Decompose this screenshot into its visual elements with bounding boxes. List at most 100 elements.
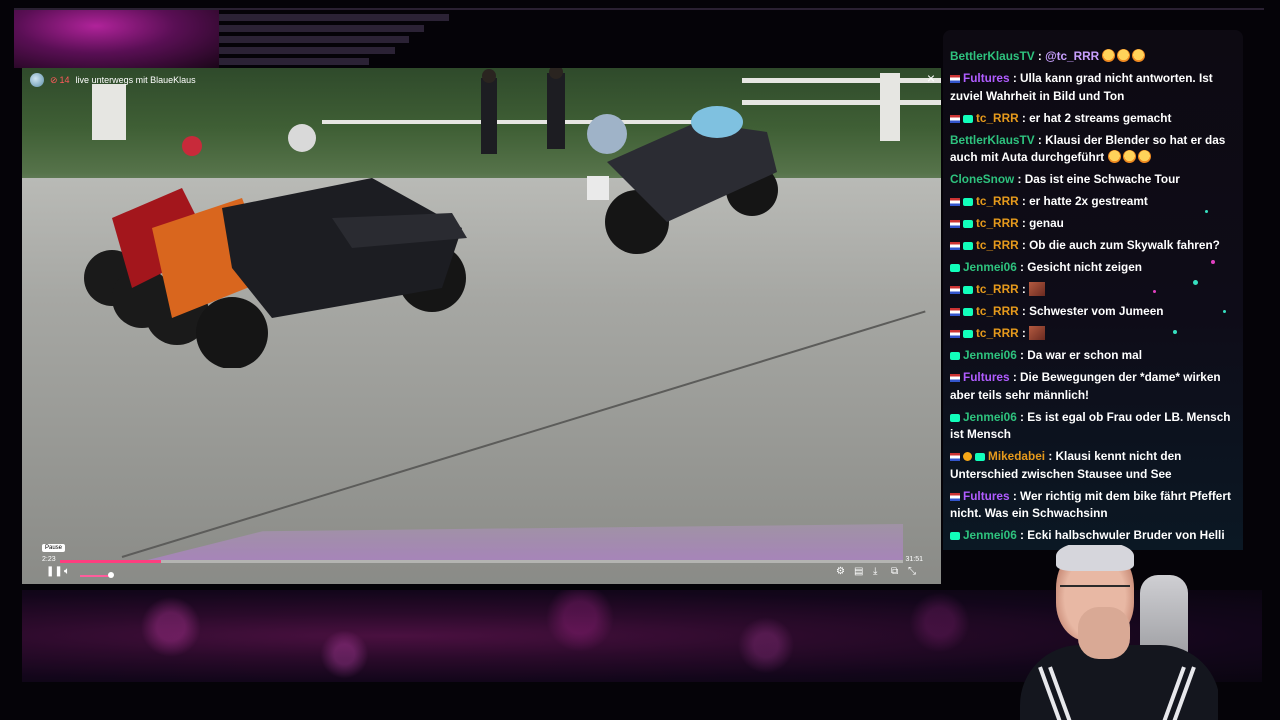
sub-badge-icon xyxy=(950,413,960,422)
volume-slider-handle[interactable] xyxy=(108,572,114,578)
chat-message: Jenmei06 : Da war er schon mal xyxy=(950,347,1238,365)
sub-badge-icon xyxy=(950,532,960,541)
chat-message: Jenmei06 : Es ist egal ob Frau oder LB. … xyxy=(950,409,1238,444)
video-fence-post xyxy=(880,73,900,141)
chat-username[interactable]: Mikedabei xyxy=(988,449,1045,463)
chat-separator: : xyxy=(1016,409,1028,424)
channel-logo-icon xyxy=(30,73,44,87)
flag-badge-icon xyxy=(950,330,960,339)
chat-username[interactable]: Jenmei06 xyxy=(963,528,1017,542)
chat-username[interactable]: Jenmei06 xyxy=(963,348,1017,362)
chat-username[interactable]: tc_RRR xyxy=(976,326,1019,340)
chat-message: CloneSnow : Das ist eine Schwache Tour xyxy=(950,171,1238,189)
sub-badge-icon xyxy=(975,453,985,462)
theater-icon[interactable]: ▤ xyxy=(854,566,863,578)
chat-username[interactable]: tc_RRR xyxy=(976,111,1019,125)
flag-badge-icon xyxy=(950,220,960,229)
emote-icon xyxy=(1132,49,1146,62)
chat-text: Schwester vom Jumeen xyxy=(1029,304,1164,319)
chat-text: @tc_RRR xyxy=(1045,49,1103,63)
chat-separator: : xyxy=(1034,49,1046,63)
chat-username[interactable]: Jenmei06 xyxy=(963,410,1017,424)
jacket-stripe xyxy=(1048,666,1076,720)
chat-separator: : xyxy=(1016,528,1028,543)
close-icon[interactable]: × xyxy=(927,70,935,86)
sub-badge-icon xyxy=(963,286,973,295)
chat-message: BettlerKlausTV : Klausi der Blender so h… xyxy=(950,132,1238,167)
chat-text: Gesicht nicht zeigen xyxy=(1027,260,1142,275)
image-emote-icon xyxy=(1029,326,1046,341)
chat-separator: : xyxy=(1016,348,1028,362)
sub-badge-icon xyxy=(963,198,973,207)
pause-icon[interactable]: ❚❚ xyxy=(46,566,63,578)
people-standing xyxy=(481,68,565,154)
mod-badge-icon xyxy=(963,452,972,462)
viewer-count: ⊘ 14 xyxy=(50,74,70,86)
flag-badge-icon xyxy=(950,308,960,317)
sub-badge-icon xyxy=(950,264,960,273)
chat-username[interactable]: tc_RRR xyxy=(976,216,1019,230)
chat-message: Fultures : Ulla kann grad nicht antworte… xyxy=(950,70,1238,105)
stream-title-bar: ⊘ 14 live unterwegs mit BlaueKlaus xyxy=(30,72,196,88)
chat-separator: : xyxy=(1018,326,1030,341)
motorcycles-group xyxy=(84,124,467,368)
motorcycle-blue xyxy=(587,106,778,254)
chat-username[interactable]: Jenmei06 xyxy=(963,260,1017,274)
chat-username[interactable]: BettlerKlausTV xyxy=(950,133,1035,147)
chat-message: Jenmei06 : Gesicht nicht zeigen xyxy=(950,259,1238,277)
volume-icon[interactable]: 🔈︎ xyxy=(64,566,70,578)
flag-badge-icon xyxy=(950,198,960,207)
flag-badge-icon xyxy=(950,74,960,83)
chat-username[interactable]: tc_RRR xyxy=(976,194,1019,208)
download-icon[interactable]: ⤓ xyxy=(873,566,877,578)
chat-username[interactable]: tc_RRR xyxy=(976,282,1019,296)
chat-username[interactable]: tc_RRR xyxy=(976,304,1019,318)
gear-icon[interactable]: ⚙ xyxy=(836,566,845,578)
chat-separator: : xyxy=(1018,282,1030,297)
chat-separator: : xyxy=(1018,216,1030,231)
top-bar-decoration xyxy=(219,47,395,54)
chat-message: tc_RRR : xyxy=(950,281,1238,299)
chat-username[interactable]: Fultures xyxy=(963,489,1010,503)
chat-text: Ecki halbschwuler Bruder von Helli xyxy=(1027,528,1225,543)
volume-slider[interactable] xyxy=(80,575,110,577)
flag-badge-icon xyxy=(950,242,960,251)
webcam-person-hair xyxy=(1056,545,1134,571)
chat-separator: : xyxy=(1009,488,1021,503)
sub-badge-icon xyxy=(963,114,973,123)
chat-message-list: BettlerKlausTV : @tc_RRR Fultures : Ulla… xyxy=(950,48,1238,549)
chat-message: Mikedabei : Klausi kennt nicht den Unter… xyxy=(950,448,1238,483)
chat-separator: : xyxy=(1018,238,1030,253)
chat-text: Das ist eine Schwache Tour xyxy=(1024,172,1180,187)
chat-message: Fultures : Die Bewegungen der *dame* wir… xyxy=(950,369,1238,404)
chat-text: Ob die auch zum Skywalk fahren? xyxy=(1029,238,1220,253)
pause-tooltip: Pause xyxy=(42,544,66,552)
chat-username[interactable]: tc_RRR xyxy=(976,238,1019,252)
chat-separator: : xyxy=(1018,110,1030,125)
top-bar-decoration xyxy=(219,14,449,21)
emote-icon xyxy=(1107,150,1121,164)
flag-badge-icon xyxy=(950,373,960,382)
chat-panel: BettlerKlausTV : @tc_RRR Fultures : Ulla… xyxy=(943,30,1243,550)
current-time: 2:23 xyxy=(42,556,56,563)
fullscreen-icon[interactable]: ⤡ xyxy=(908,566,916,578)
chat-separator: : xyxy=(1016,260,1028,275)
progress-bar[interactable] xyxy=(60,560,903,563)
webcam-feed xyxy=(1000,545,1218,720)
chat-message: tc_RRR : xyxy=(950,325,1238,343)
chat-separator: : xyxy=(1018,194,1030,209)
chat-text: er hat 2 streams gemacht xyxy=(1029,110,1172,125)
chat-message: tc_RRR : Ob die auch zum Skywalk fahren? xyxy=(950,237,1238,255)
sub-badge-icon xyxy=(963,308,973,317)
chat-username[interactable]: Fultures xyxy=(963,370,1010,384)
chat-username[interactable]: CloneSnow xyxy=(950,172,1014,186)
chat-text: Da war er schon mal xyxy=(1027,348,1143,362)
sub-badge-icon xyxy=(963,220,973,229)
pip-icon[interactable]: ⧉ xyxy=(891,566,898,578)
top-border-line xyxy=(14,8,1264,10)
chat-username[interactable]: Fultures xyxy=(963,71,1010,85)
video-player[interactable]: ⊘ 14 live unterwegs mit BlaueKlaus × Pau… xyxy=(22,68,941,584)
chat-username[interactable]: BettlerKlausTV xyxy=(950,49,1035,63)
top-glow-decoration xyxy=(14,8,219,68)
chat-separator: : xyxy=(1014,172,1025,187)
